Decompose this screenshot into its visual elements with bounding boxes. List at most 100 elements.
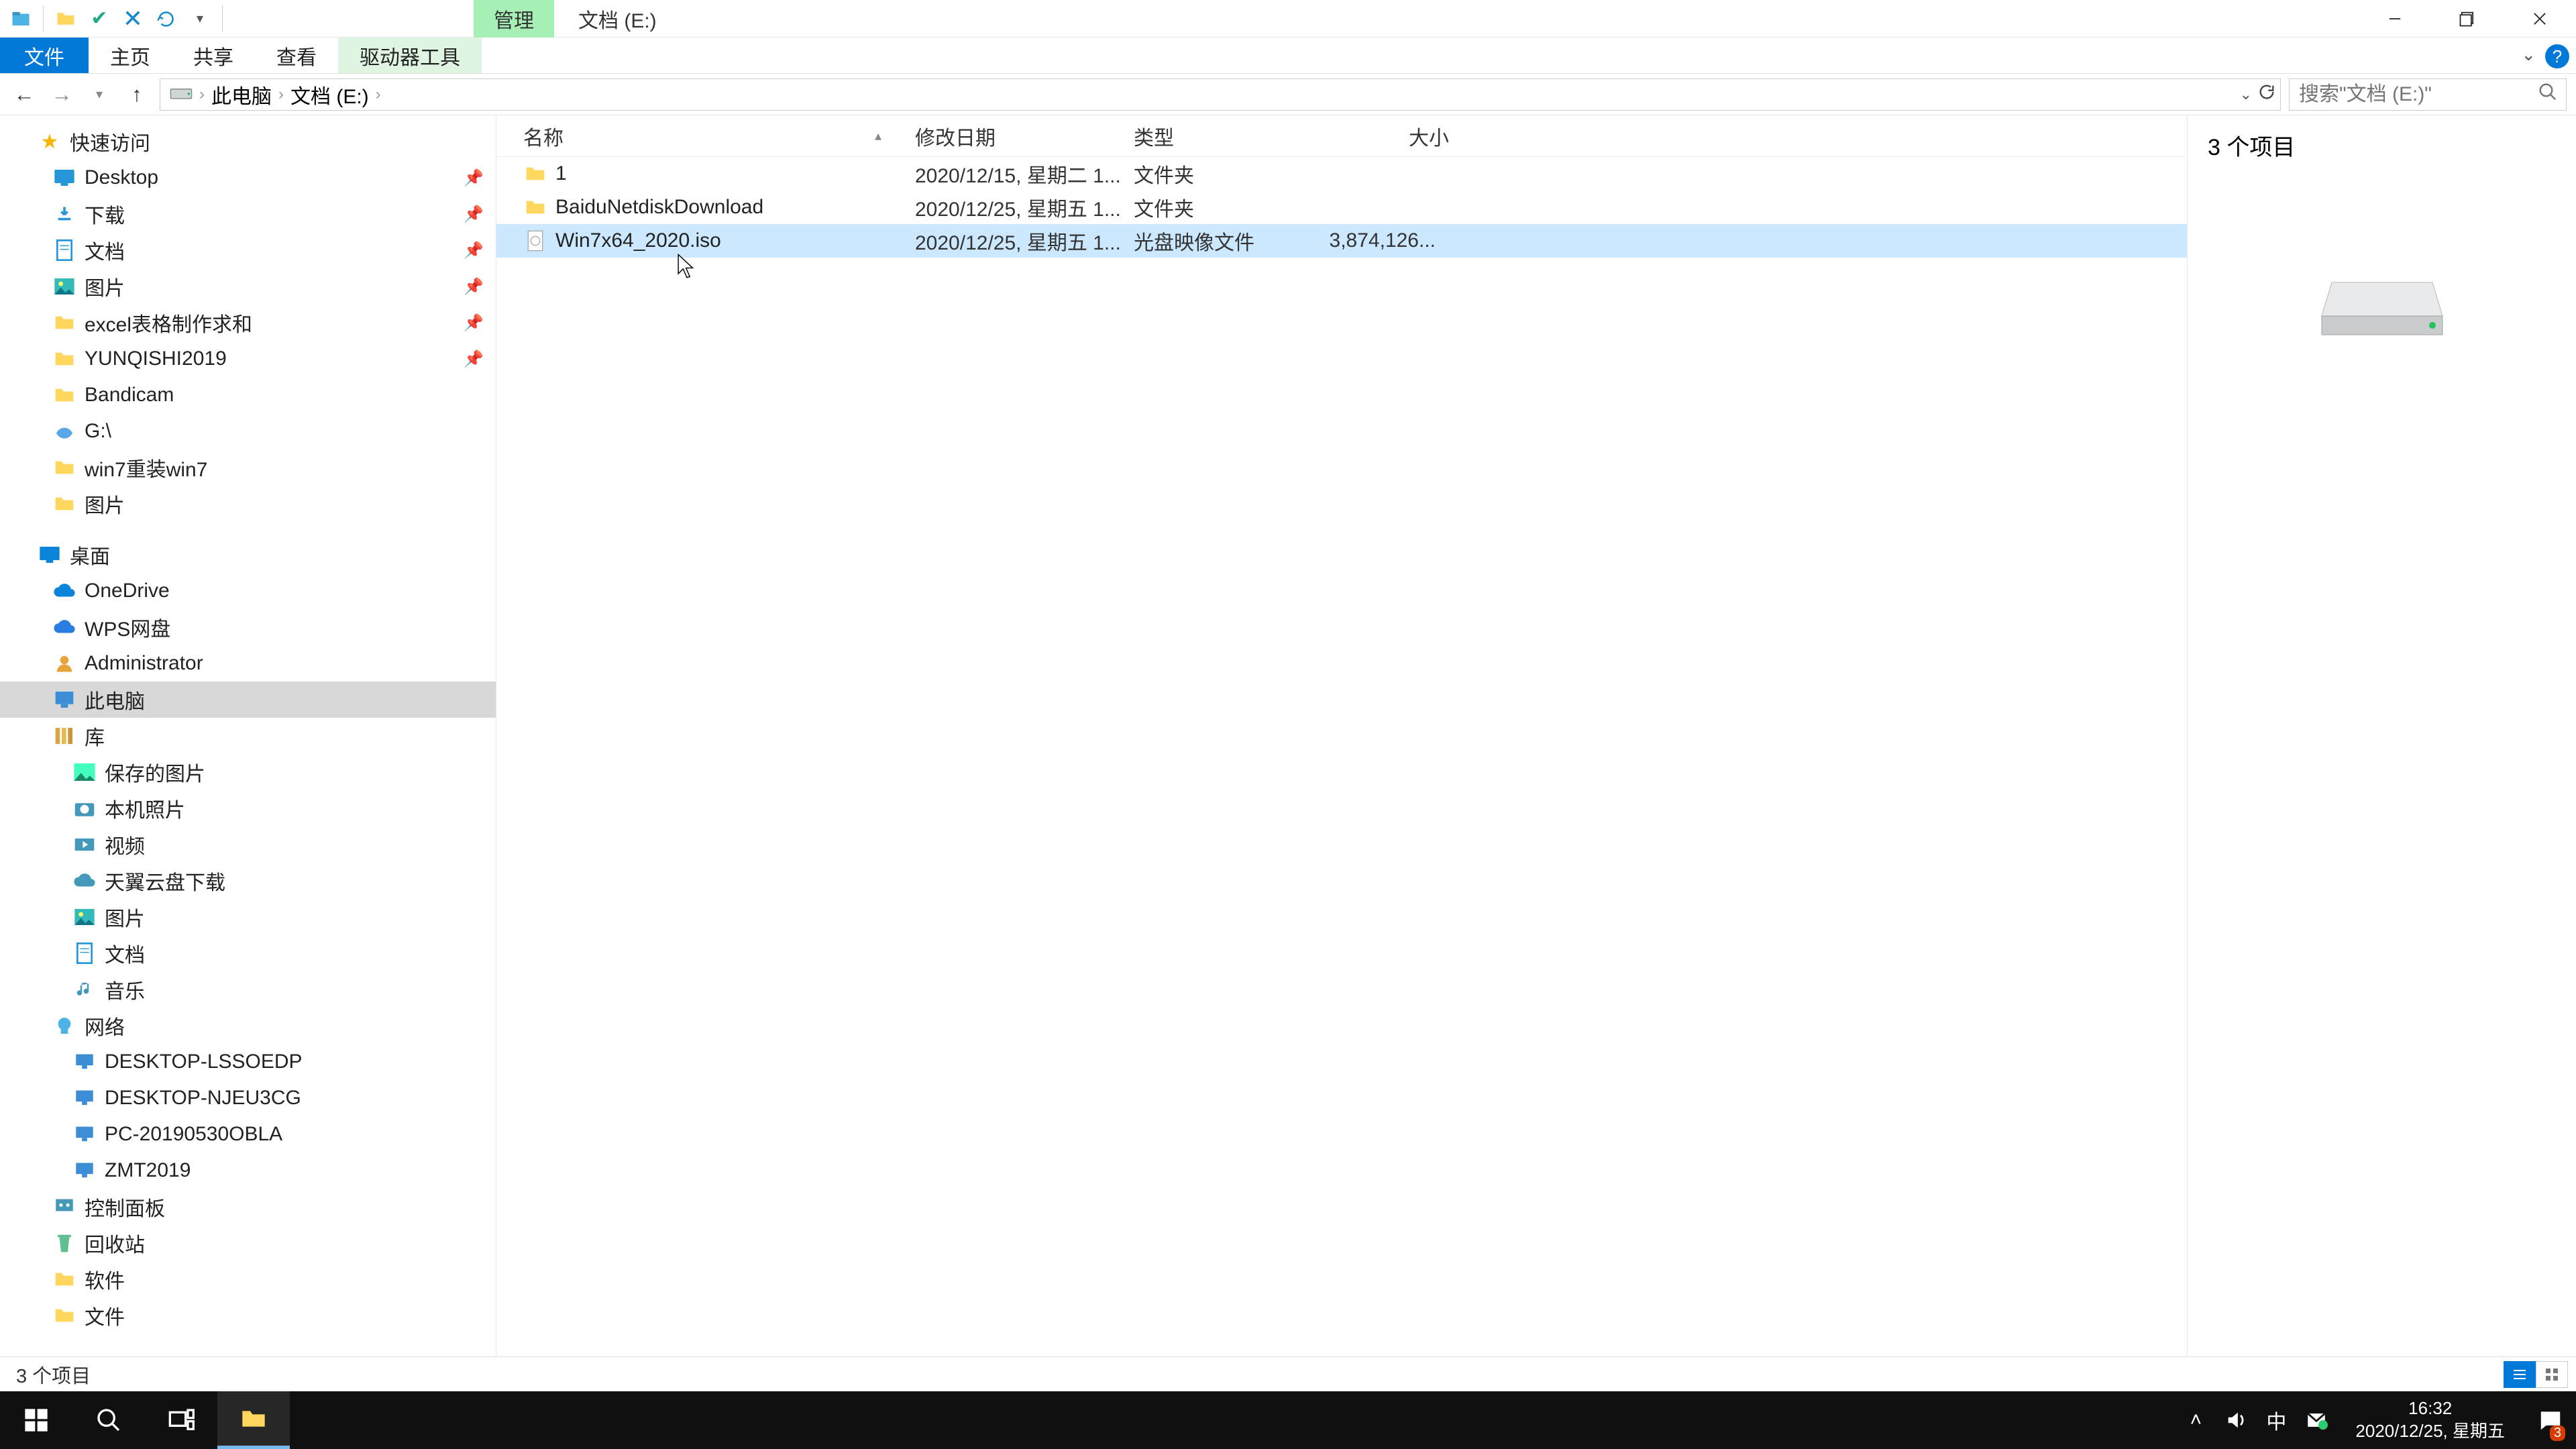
- folder-icon[interactable]: [54, 7, 77, 30]
- nav-item[interactable]: Bandicam: [0, 377, 496, 413]
- help-icon[interactable]: ?: [2545, 44, 2569, 68]
- nav-back-button[interactable]: ←: [9, 80, 39, 109]
- tray-overflow-icon[interactable]: ˄: [2182, 1407, 2209, 1434]
- taskbar-clock[interactable]: 16:32 2020/12/25, 星期五: [2343, 1397, 2517, 1443]
- security-icon[interactable]: [2303, 1407, 2330, 1434]
- address-bar[interactable]: › 此电脑 › 文档 (E:) › ⌄: [160, 78, 2281, 111]
- details-item-count: 3 个项目: [2208, 129, 2295, 162]
- breadcrumb-root[interactable]: 此电脑: [211, 80, 272, 109]
- notifications-button[interactable]: 3: [2530, 1391, 2571, 1449]
- nav-item[interactable]: 图片📌: [0, 268, 496, 305]
- nav-item[interactable]: ZMT2019: [0, 1152, 496, 1189]
- system-tray: ˄ 中 16:32 2020/12/25, 星期五 3: [2182, 1391, 2576, 1449]
- maximize-button[interactable]: [2431, 0, 2504, 38]
- column-name[interactable]: 名称 ▴: [523, 121, 915, 151]
- nav-item[interactable]: 下载📌: [0, 196, 496, 232]
- nav-item[interactable]: 天翼云盘下载: [0, 863, 496, 899]
- nav-forward-button[interactable]: →: [47, 80, 76, 109]
- file-row[interactable]: 12020/12/15, 星期二 1...文件夹: [496, 157, 2187, 191]
- navigation-tree[interactable]: ★ 快速访问 Desktop📌下载📌文档📌图片📌excel表格制作求和📌YUNQ…: [0, 115, 496, 1356]
- refresh-icon[interactable]: [2257, 83, 2276, 107]
- pin-icon: 📌: [464, 313, 484, 333]
- chevron-right-icon[interactable]: ›: [278, 85, 284, 104]
- taskbar-explorer[interactable]: [217, 1391, 290, 1449]
- column-type[interactable]: 类型: [1134, 121, 1315, 151]
- nav-item[interactable]: DESKTOP-NJEU3CG: [0, 1080, 496, 1116]
- nav-item[interactable]: DESKTOP-LSSOEDP: [0, 1044, 496, 1080]
- properties-check-icon[interactable]: ✔: [88, 7, 111, 30]
- view-details-button[interactable]: [2504, 1361, 2536, 1388]
- nav-item[interactable]: 文档📌: [0, 232, 496, 268]
- volume-icon[interactable]: [2222, 1407, 2249, 1434]
- nav-item[interactable]: 此电脑: [0, 682, 496, 718]
- breadcrumb-dropdown-icon[interactable]: ⌄: [2240, 86, 2252, 103]
- ribbon-tab-drive-tools[interactable]: 驱动器工具: [338, 38, 482, 73]
- nav-item[interactable]: 图片: [0, 899, 496, 935]
- nav-label: DESKTOP-NJEU3CG: [105, 1087, 301, 1110]
- nav-item[interactable]: 文件: [0, 1297, 496, 1334]
- undo-icon[interactable]: [155, 7, 178, 30]
- start-button[interactable]: [0, 1391, 72, 1449]
- nav-quick-access[interactable]: ★ 快速访问: [0, 123, 496, 160]
- ime-indicator[interactable]: 中: [2263, 1407, 2290, 1434]
- nav-item[interactable]: G:\: [0, 413, 496, 449]
- nav-item[interactable]: Desktop📌: [0, 160, 496, 196]
- nav-item[interactable]: 控制面板: [0, 1189, 496, 1225]
- column-size[interactable]: 大小: [1315, 121, 1449, 151]
- ribbon-tab-share[interactable]: 共享: [172, 38, 255, 73]
- search-button[interactable]: [72, 1391, 145, 1449]
- nav-item[interactable]: 视频: [0, 826, 496, 863]
- nav-item[interactable]: WPS网盘: [0, 609, 496, 645]
- nav-item[interactable]: YUNQISHI2019📌: [0, 341, 496, 377]
- column-date[interactable]: 修改日期: [915, 121, 1134, 151]
- nav-item[interactable]: 图片: [0, 486, 496, 522]
- breadcrumb-segment[interactable]: 文档 (E:): [290, 80, 369, 109]
- nav-up-button[interactable]: ↑: [122, 80, 152, 109]
- ribbon-expand-icon[interactable]: ⌄: [2521, 44, 2536, 68]
- nav-item[interactable]: PC-20190530OBLA: [0, 1116, 496, 1152]
- search-icon[interactable]: [2538, 82, 2558, 107]
- netpc-icon: [72, 1122, 97, 1146]
- nav-item[interactable]: 本机照片: [0, 790, 496, 826]
- chevron-right-icon[interactable]: ›: [376, 85, 381, 104]
- file-row[interactable]: Win7x64_2020.iso2020/12/25, 星期五 1...光盘映像…: [496, 224, 2187, 258]
- view-icons-button[interactable]: [2536, 1361, 2568, 1388]
- chevron-right-icon[interactable]: ›: [199, 85, 205, 104]
- ribbon-tab-file[interactable]: 文件: [0, 38, 89, 73]
- nav-item[interactable]: win7重装win7: [0, 449, 496, 486]
- nav-label: 图片: [105, 902, 145, 932]
- file-date: 2020/12/25, 星期五 1...: [915, 226, 1134, 256]
- search-box[interactable]: [2289, 78, 2567, 111]
- ribbon-tab-view[interactable]: 查看: [255, 38, 338, 73]
- delete-x-icon[interactable]: ✕: [121, 7, 144, 30]
- taskbar[interactable]: ˄ 中 16:32 2020/12/25, 星期五 3: [0, 1391, 2576, 1449]
- nav-item[interactable]: 音乐: [0, 971, 496, 1008]
- nav-item[interactable]: excel表格制作求和📌: [0, 305, 496, 341]
- nav-item[interactable]: 库: [0, 718, 496, 754]
- cloud-icon: [72, 869, 97, 893]
- nav-network-header[interactable]: 网络: [0, 1008, 496, 1044]
- nav-desktop-header[interactable]: 桌面: [0, 537, 496, 573]
- wps-icon: [52, 615, 76, 639]
- ribbon-tab-home[interactable]: 主页: [89, 38, 172, 73]
- nav-item[interactable]: 回收站: [0, 1225, 496, 1261]
- search-input[interactable]: [2299, 83, 2558, 106]
- documents-icon: [72, 941, 97, 965]
- nav-label: YUNQISHI2019: [85, 347, 227, 370]
- nav-item[interactable]: 文档: [0, 935, 496, 971]
- task-view-button[interactable]: [145, 1391, 217, 1449]
- nav-history-dropdown[interactable]: ▾: [85, 80, 114, 109]
- file-row[interactable]: BaiduNetdiskDownload2020/12/25, 星期五 1...…: [496, 191, 2187, 224]
- nav-label: 此电脑: [85, 685, 145, 714]
- drive-large-icon: [2318, 256, 2446, 348]
- nav-label: 控制面板: [85, 1192, 165, 1222]
- nav-item[interactable]: Administrator: [0, 645, 496, 682]
- column-headers[interactable]: 名称 ▴ 修改日期 类型 大小: [496, 115, 2187, 157]
- qat-dropdown-icon[interactable]: ▾: [189, 7, 211, 30]
- close-button[interactable]: [2504, 0, 2576, 38]
- minimize-button[interactable]: [2359, 0, 2431, 38]
- network-icon: [52, 1014, 76, 1038]
- nav-item[interactable]: OneDrive: [0, 573, 496, 609]
- nav-item[interactable]: 软件: [0, 1261, 496, 1297]
- nav-item[interactable]: 保存的图片: [0, 754, 496, 790]
